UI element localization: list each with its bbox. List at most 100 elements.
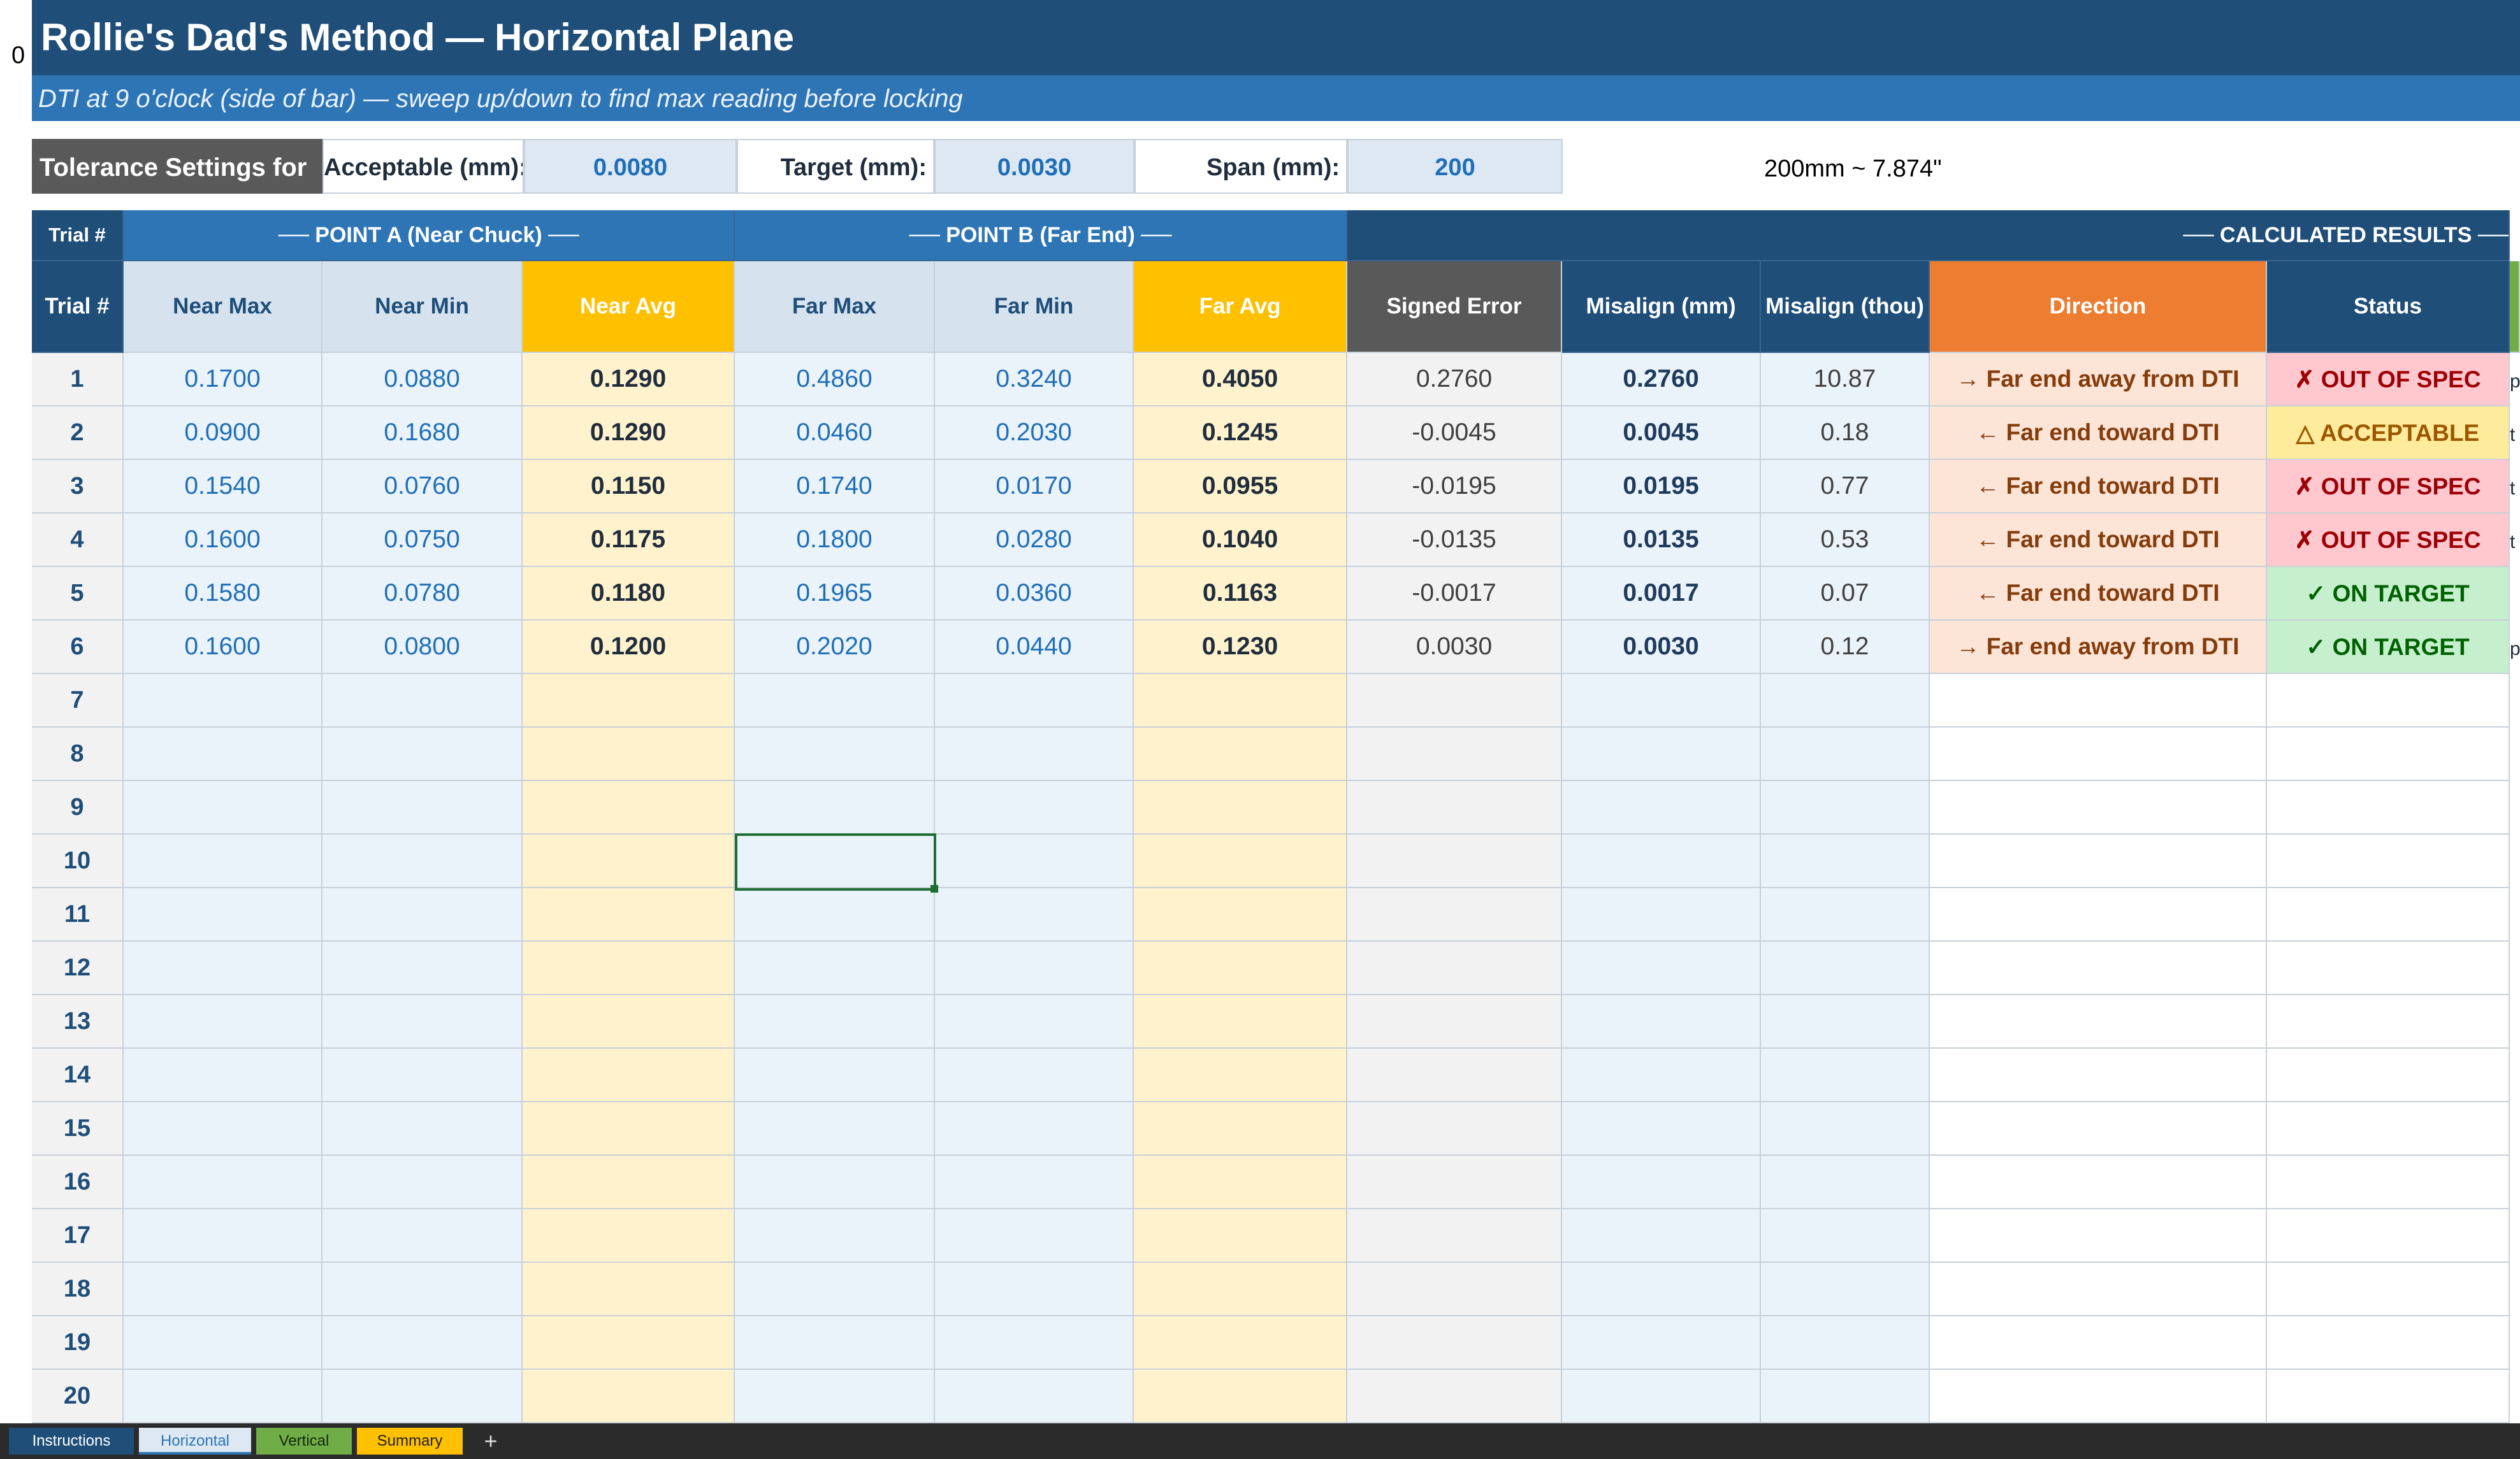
row-number[interactable]: 18 bbox=[32, 1263, 124, 1316]
cell-far-min[interactable]: 0.3240 bbox=[935, 353, 1134, 406]
cell-near-max[interactable]: 0.1580 bbox=[124, 567, 322, 621]
acceptable-value-cell[interactable]: 0.0080 bbox=[524, 139, 737, 194]
empty-cell-far-min[interactable] bbox=[935, 835, 1134, 888]
empty-cell-misalign-thou[interactable] bbox=[1761, 942, 1930, 995]
empty-cell-near-max[interactable] bbox=[124, 835, 322, 888]
cell-far-max[interactable]: 0.1800 bbox=[735, 514, 935, 567]
group-header-trial[interactable]: Trial # bbox=[32, 210, 124, 261]
empty-cell-far-min[interactable] bbox=[935, 1370, 1134, 1423]
cell-near-min[interactable]: 0.0800 bbox=[322, 621, 523, 674]
empty-cell-far-avg[interactable] bbox=[1134, 888, 1347, 942]
empty-cell-far-min[interactable] bbox=[935, 1263, 1134, 1316]
empty-cell-far-min[interactable] bbox=[935, 728, 1134, 781]
empty-cell-direction[interactable] bbox=[1930, 888, 2267, 942]
empty-cell-near-max[interactable] bbox=[124, 1102, 322, 1156]
empty-cell-misalign-mm[interactable] bbox=[1562, 781, 1761, 835]
empty-cell-far-avg[interactable] bbox=[1134, 942, 1347, 995]
cell-far-avg[interactable]: 0.0955 bbox=[1134, 460, 1347, 514]
cell-near-min[interactable]: 0.1680 bbox=[322, 406, 523, 460]
empty-cell-misalign-mm[interactable] bbox=[1562, 1102, 1761, 1156]
cell-near-max[interactable]: 0.1540 bbox=[124, 460, 322, 514]
empty-cell-misalign-mm[interactable] bbox=[1562, 1263, 1761, 1316]
empty-cell-near-avg[interactable] bbox=[523, 1370, 735, 1423]
empty-cell-misalign-mm[interactable] bbox=[1562, 888, 1761, 942]
col-header-misalign-mm[interactable]: Misalign (mm) bbox=[1562, 261, 1761, 353]
empty-cell-signed-error[interactable] bbox=[1347, 995, 1562, 1049]
cell-status[interactable]: ✗ OUT OF SPEC bbox=[2267, 514, 2510, 567]
empty-cell-far-max[interactable] bbox=[735, 674, 935, 728]
cell-far-avg[interactable]: 0.1040 bbox=[1134, 514, 1347, 567]
empty-cell-direction[interactable] bbox=[1930, 1156, 2267, 1209]
empty-cell-near-min[interactable] bbox=[322, 728, 523, 781]
empty-cell-far-max[interactable] bbox=[735, 942, 935, 995]
cell-far-max[interactable]: 0.0460 bbox=[735, 406, 935, 460]
cell-near-min[interactable]: 0.0780 bbox=[322, 567, 523, 621]
empty-cell-misalign-mm[interactable] bbox=[1562, 674, 1761, 728]
row-number[interactable]: 11 bbox=[32, 888, 124, 942]
empty-cell-misalign-thou[interactable] bbox=[1761, 1049, 1930, 1102]
empty-cell-far-min[interactable] bbox=[935, 1316, 1134, 1370]
empty-cell-far-max[interactable] bbox=[735, 1049, 935, 1102]
empty-cell-misalign-thou[interactable] bbox=[1761, 1370, 1930, 1423]
row-number[interactable]: 7 bbox=[32, 674, 124, 728]
empty-cell-far-max[interactable] bbox=[735, 781, 935, 835]
empty-cell-direction[interactable] bbox=[1930, 1263, 2267, 1316]
cell-signed-error[interactable]: 0.2760 bbox=[1347, 353, 1562, 406]
empty-cell-far-max[interactable] bbox=[735, 728, 935, 781]
row-number[interactable]: 9 bbox=[32, 781, 124, 835]
empty-cell-far-max[interactable] bbox=[735, 1102, 935, 1156]
empty-cell-near-max[interactable] bbox=[124, 1209, 322, 1263]
empty-cell-status[interactable] bbox=[2267, 728, 2510, 781]
empty-cell-far-max[interactable] bbox=[735, 1370, 935, 1423]
span-label[interactable]: Span (mm): bbox=[1134, 139, 1347, 194]
tab-summary[interactable]: Summary bbox=[357, 1428, 463, 1455]
cell-near-max[interactable]: 0.1600 bbox=[124, 621, 322, 674]
empty-cell-far-avg[interactable] bbox=[1134, 1316, 1347, 1370]
empty-cell-near-min[interactable] bbox=[322, 835, 523, 888]
cell-far-max[interactable]: 0.1740 bbox=[735, 460, 935, 514]
row-number[interactable]: 6 bbox=[32, 621, 124, 674]
empty-cell-far-max[interactable] bbox=[735, 1156, 935, 1209]
cell-far-min[interactable]: 0.0360 bbox=[935, 567, 1134, 621]
cell-near-avg[interactable]: 0.1175 bbox=[523, 514, 735, 567]
cell-far-avg[interactable]: 0.1163 bbox=[1134, 567, 1347, 621]
col-header-status[interactable]: Status bbox=[2267, 261, 2510, 353]
empty-cell-misalign-mm[interactable] bbox=[1562, 728, 1761, 781]
row-number[interactable]: 3 bbox=[32, 460, 124, 514]
row-number[interactable]: 13 bbox=[32, 995, 124, 1049]
tab-vertical[interactable]: Vertical bbox=[256, 1428, 352, 1455]
cell-misalign-thou[interactable]: 0.12 bbox=[1761, 621, 1930, 674]
empty-cell-far-min[interactable] bbox=[935, 1102, 1134, 1156]
cell-near-avg[interactable]: 0.1180 bbox=[523, 567, 735, 621]
cell-misalign-thou[interactable]: 0.07 bbox=[1761, 567, 1930, 621]
col-header-far-avg[interactable]: Far Avg bbox=[1134, 261, 1347, 353]
empty-cell-misalign-thou[interactable] bbox=[1761, 1209, 1930, 1263]
empty-cell-misalign-mm[interactable] bbox=[1562, 1370, 1761, 1423]
empty-cell-far-max[interactable] bbox=[735, 1209, 935, 1263]
tolerance-settings-label[interactable]: Tolerance Settings for bbox=[32, 139, 322, 194]
cell-status[interactable]: ✗ OUT OF SPEC bbox=[2267, 353, 2510, 406]
cell-direction[interactable]: ← Far end toward DTI bbox=[1930, 460, 2267, 514]
cell-far-max[interactable]: 0.2020 bbox=[735, 621, 935, 674]
empty-cell-direction[interactable] bbox=[1930, 1370, 2267, 1423]
cell-signed-error[interactable]: 0.0030 bbox=[1347, 621, 1562, 674]
cell-status[interactable]: △ ACCEPTABLE bbox=[2267, 406, 2510, 460]
empty-cell-near-avg[interactable] bbox=[523, 1102, 735, 1156]
empty-cell-near-max[interactable] bbox=[124, 781, 322, 835]
row-number[interactable]: 15 bbox=[32, 1102, 124, 1156]
empty-cell-near-avg[interactable] bbox=[523, 781, 735, 835]
empty-cell-near-avg[interactable] bbox=[523, 835, 735, 888]
cell-signed-error[interactable]: -0.0017 bbox=[1347, 567, 1562, 621]
col-header-far-min[interactable]: Far Min bbox=[935, 261, 1134, 353]
group-header-calculated-results[interactable]: ── CALCULATED RESULTS ── bbox=[1347, 210, 2510, 261]
empty-cell-misalign-thou[interactable] bbox=[1761, 1316, 1930, 1370]
empty-cell-misalign-mm[interactable] bbox=[1562, 1156, 1761, 1209]
cell-misalign-mm[interactable]: 0.2760 bbox=[1562, 353, 1761, 406]
empty-cell-far-avg[interactable] bbox=[1134, 1156, 1347, 1209]
empty-cell-signed-error[interactable] bbox=[1347, 728, 1562, 781]
empty-cell-direction[interactable] bbox=[1930, 942, 2267, 995]
empty-cell-far-max[interactable] bbox=[735, 888, 935, 942]
empty-cell-near-min[interactable] bbox=[322, 1156, 523, 1209]
cell-direction[interactable]: → Far end away from DTI bbox=[1930, 621, 2267, 674]
cell-misalign-mm[interactable]: 0.0045 bbox=[1562, 406, 1761, 460]
